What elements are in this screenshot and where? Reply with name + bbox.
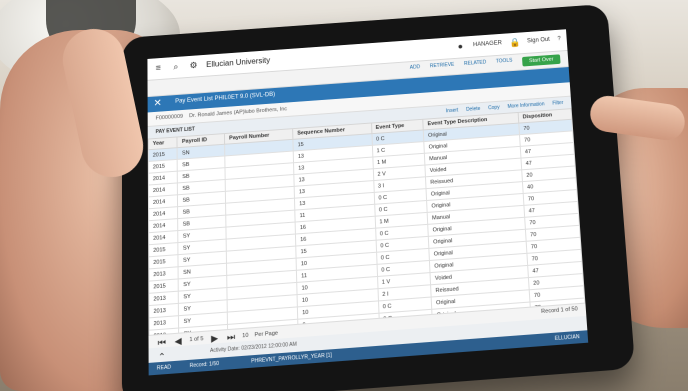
status-brand: ELLUCIAN xyxy=(554,333,580,343)
status-mode: READ xyxy=(156,364,172,372)
tablet-device: ≡ ⌕ ⚙ Ellucian University ● HANAGER 🔒 Si… xyxy=(121,3,636,391)
sign-out-link[interactable]: Sign Out xyxy=(527,37,550,44)
user-icon: ● xyxy=(457,41,464,52)
record-count: Record 1 of 50 xyxy=(540,306,578,316)
tablet-screen: ≡ ⌕ ⚙ Ellucian University ● HANAGER 🔒 Si… xyxy=(147,29,589,376)
section-title: PAY EVENT LIST xyxy=(155,126,195,136)
photo-scene: ≡ ⌕ ⚙ Ellucian University ● HANAGER 🔒 Si… xyxy=(0,0,688,391)
filter-button[interactable]: Filter xyxy=(552,97,564,109)
copy-button[interactable]: Copy xyxy=(488,102,500,114)
status-record: Record: 1/50 xyxy=(189,360,220,370)
key-id: F00000009 xyxy=(155,113,184,122)
per-page-label: Per Page xyxy=(254,330,279,339)
add-button[interactable]: ADD xyxy=(410,64,421,74)
app-logo-icon: ⚙ xyxy=(189,60,198,71)
delete-button[interactable]: Delete xyxy=(466,103,481,116)
tools-button[interactable]: TOOLS xyxy=(496,58,513,69)
close-icon[interactable]: ✕ xyxy=(153,98,161,109)
start-over-button[interactable]: Start Over xyxy=(521,54,561,67)
page-title: Pay Event List PHIL0ET 9.0 (SVL-DB) xyxy=(175,91,276,105)
per-page-select[interactable]: 10 xyxy=(242,333,248,340)
related-button[interactable]: RELATED xyxy=(464,60,487,71)
page-indicator: 1 of 5 xyxy=(189,336,204,344)
insert-button[interactable]: Insert xyxy=(446,105,459,117)
search-icon[interactable]: ⌕ xyxy=(171,61,181,72)
brand-name: Ellucian University xyxy=(206,55,271,69)
help-button[interactable]: ? xyxy=(557,36,561,42)
lock-icon: 🔒 xyxy=(509,37,521,48)
menu-icon[interactable]: ≡ xyxy=(153,63,163,73)
retrieve-button[interactable]: RETRIEVE xyxy=(430,62,455,73)
status-field: PHREVNT_PAYROLLYR_YEAR [1] xyxy=(251,352,332,365)
user-name[interactable]: HANAGER xyxy=(473,40,502,48)
